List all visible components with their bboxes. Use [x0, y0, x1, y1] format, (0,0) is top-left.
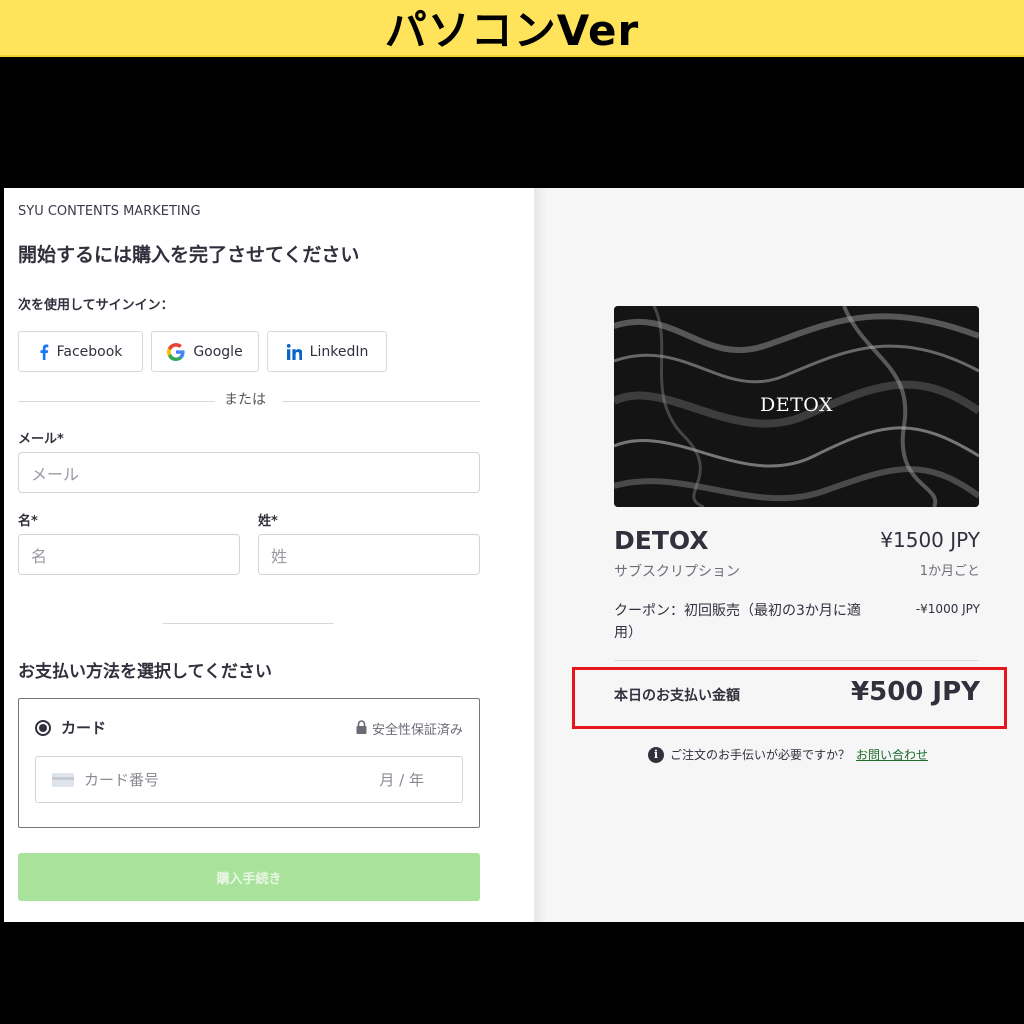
order-summary-panel: [534, 188, 1024, 922]
secure-badge: 安全性保証済み: [356, 719, 463, 738]
linkedin-label: LinkedIn: [309, 343, 369, 360]
facebook-signin-button[interactable]: Facebook: [18, 331, 143, 372]
purchase-button[interactable]: 購入手続き: [18, 853, 480, 901]
signin-label: 次を使用してサインイン：: [18, 298, 174, 313]
section-divider: [163, 623, 334, 624]
card-number-placeholder: カード番号: [84, 771, 160, 789]
merchant-name: SYU CONTENTS MARKETING: [18, 204, 201, 219]
google-label: Google: [193, 343, 243, 360]
or-divider-right: [282, 401, 480, 402]
card-method-label: カード: [61, 719, 107, 737]
linkedin-signin-button[interactable]: LinkedIn: [267, 331, 387, 372]
facebook-label: Facebook: [56, 343, 123, 360]
product-image-text: DETOX: [759, 394, 834, 416]
last-name-label: 姓*: [258, 514, 278, 529]
expiry-field[interactable]: 月 / 年: [379, 769, 424, 790]
product-price: ¥1500 JPY: [880, 528, 980, 552]
payment-section-title: お支払い方法を選択してください: [18, 662, 272, 682]
first-name-label: 名*: [18, 514, 38, 529]
product-type: サブスクリプション: [614, 564, 740, 580]
secure-label: 安全性保証済み: [371, 723, 463, 738]
or-divider-left: [18, 401, 215, 402]
info-icon: i: [648, 746, 664, 763]
facebook-icon: [39, 344, 49, 360]
help-text: ご注文のお手伝いが必要ですか？: [670, 748, 851, 762]
coupon-amount: -¥1000 JPY: [915, 602, 980, 616]
total-highlight-box: [572, 667, 1007, 729]
payment-method-card[interactable]: カード 安全性保証済み カード番号 月 / 年: [18, 698, 480, 828]
contact-link[interactable]: お問い合わせ: [856, 746, 928, 763]
summary-divider: [614, 660, 979, 661]
help-row: i ご注文のお手伝いが必要ですか？ お問い合わせ: [648, 746, 928, 763]
google-signin-button[interactable]: Google: [151, 331, 259, 372]
credit-card-icon: [52, 773, 74, 787]
card-radio-button[interactable]: [35, 720, 51, 736]
panel-shadow: [534, 188, 548, 922]
product-image: DETOX: [614, 306, 979, 507]
product-name: DETOX: [614, 526, 709, 555]
first-name-field[interactable]: 名: [18, 534, 240, 575]
or-divider-text: または: [224, 392, 266, 408]
card-number-field[interactable]: カード番号 月 / 年: [35, 756, 463, 803]
linkedin-icon: [286, 343, 302, 360]
page-title: 開始するには購入を完了させてください: [18, 244, 360, 266]
email-label: メール*: [18, 432, 64, 447]
email-field[interactable]: メール: [18, 452, 480, 493]
coupon-description: クーポン：初回販売（最初の3か月に適用）: [614, 603, 861, 641]
billing-period: 1か月ごと: [919, 564, 980, 579]
banner: パソコンVer: [0, 0, 1024, 57]
lock-icon: [356, 719, 367, 738]
last-name-field[interactable]: 姓: [258, 534, 480, 575]
banner-title: パソコンVer: [384, 6, 640, 55]
google-icon: [167, 342, 185, 361]
